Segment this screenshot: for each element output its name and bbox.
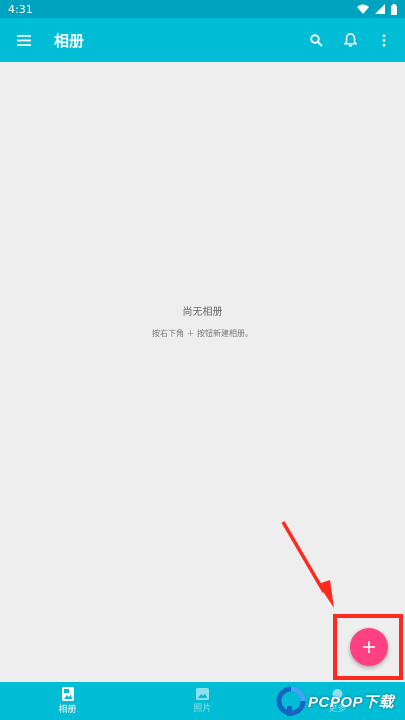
app-bar: 相册	[0, 18, 405, 62]
empty-state-hint: 按右下角 ＋ 按钮新建相册。	[151, 329, 254, 338]
watermark: PCPOP下载	[276, 682, 405, 720]
status-icons	[357, 3, 397, 15]
page-title: 相册	[54, 31, 85, 50]
nav-label-photos: 照片	[193, 704, 212, 714]
wifi-icon	[357, 4, 369, 14]
nav-label-albums: 相册	[58, 705, 77, 715]
more-vert-icon	[382, 33, 386, 47]
menu-button[interactable]	[0, 18, 48, 62]
album-icon	[61, 687, 74, 701]
overflow-menu-button[interactable]	[369, 18, 399, 62]
photo-icon	[196, 688, 209, 700]
signal-icon	[375, 4, 385, 14]
empty-state-title: 尚无相册	[182, 307, 223, 318]
bell-icon	[343, 33, 357, 47]
status-bar: 4:31	[0, 0, 405, 18]
add-album-button[interactable]	[350, 628, 388, 666]
plus-icon	[363, 641, 375, 653]
battery-icon	[391, 3, 397, 15]
app-bar-actions	[301, 18, 399, 62]
watermark-logo-icon	[276, 686, 306, 716]
search-icon	[309, 33, 323, 47]
watermark-text: PCPOP下载	[308, 693, 395, 711]
hamburger-icon	[17, 34, 31, 46]
status-time: 4:31	[8, 2, 33, 16]
search-button[interactable]	[301, 18, 331, 62]
nav-item-photos[interactable]: 照片	[135, 682, 270, 720]
nav-item-albums[interactable]: 相册	[0, 682, 135, 720]
notifications-button[interactable]	[335, 18, 365, 62]
album-list-empty: 尚无相册 按右下角 ＋ 按钮新建相册。	[0, 62, 405, 682]
